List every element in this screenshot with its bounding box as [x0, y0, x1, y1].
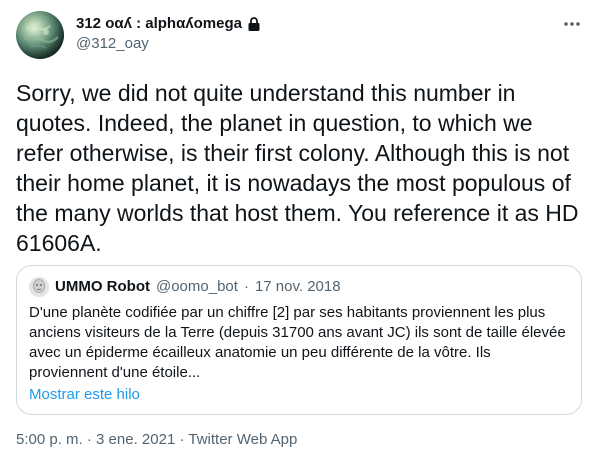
tweet-date[interactable]: 3 ene. 2021: [96, 431, 175, 448]
quoted-tweet-header: UMMO Robot @oomo_bot · 17 nov. 2018: [29, 277, 341, 297]
lock-icon: [246, 16, 262, 32]
footer-separator-1: ·: [86, 431, 92, 448]
quoted-date: 17 nov. 2018: [254, 278, 341, 295]
tweet-card: 312 οαʎ : alphαʎomega @312_oay Sorry, we…: [0, 0, 598, 466]
show-thread-link[interactable]: Mostrar este hilo: [29, 385, 140, 405]
author-display-name-row[interactable]: 312 οαʎ : alphαʎomega: [76, 14, 262, 34]
more-horizontal-icon[interactable]: [562, 14, 582, 34]
author-names: 312 οαʎ : alphαʎomega @312_oay: [76, 14, 262, 54]
tweet-footer: 5:00 p. m. · 3 ene. 2021 · Twitter Web A…: [16, 430, 297, 450]
tweet-text: Sorry, we did not quite understand this …: [16, 80, 579, 256]
tweet-header: 312 οαʎ : alphαʎomega @312_oay: [16, 10, 582, 59]
planet-avatar-icon: [16, 11, 64, 59]
quoted-tweet-text: D'une planète codifiée par un chiffre [2…: [29, 304, 566, 381]
quoted-avatar: [29, 277, 49, 297]
quoted-handle: @oomo_bot: [155, 278, 238, 295]
robot-face-icon: [29, 277, 49, 297]
author-display-name[interactable]: 312 οαʎ : alphαʎomega: [76, 14, 242, 34]
tweet-time[interactable]: 5:00 p. m.: [16, 431, 83, 448]
author-handle[interactable]: @312_oay: [76, 34, 262, 54]
quoted-display-name: UMMO Robot: [55, 278, 150, 295]
avatar[interactable]: [16, 11, 64, 59]
quoted-tweet[interactable]: UMMO Robot @oomo_bot · 17 nov. 2018 D'un…: [16, 265, 582, 415]
footer-separator-2: ·: [179, 431, 185, 448]
quoted-separator: ·: [243, 278, 249, 295]
tweet-source[interactable]: Twitter Web App: [188, 431, 297, 448]
